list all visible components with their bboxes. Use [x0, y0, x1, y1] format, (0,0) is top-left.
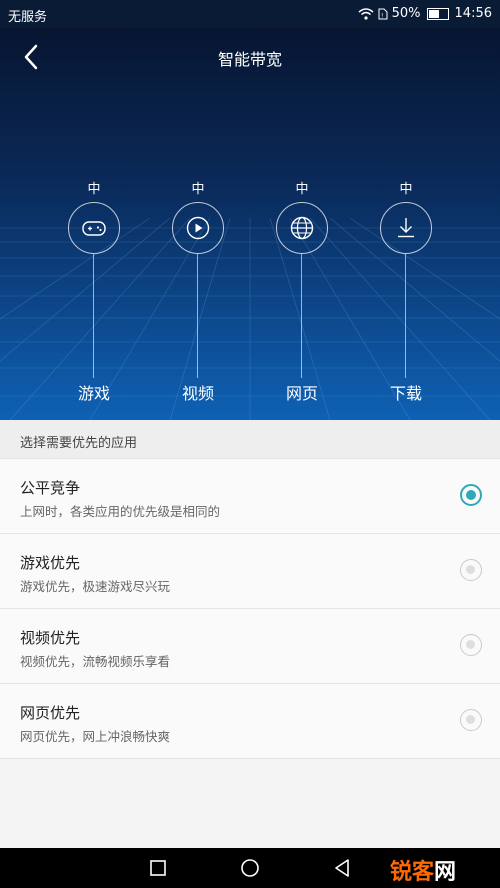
- download-line: [405, 254, 406, 378]
- battery-icon: [426, 7, 449, 20]
- option-video[interactable]: 视频优先 视频优先，流畅视频乐享看: [0, 608, 500, 683]
- title-bar: 智能带宽: [0, 28, 500, 84]
- globe-icon: [290, 216, 314, 240]
- option-title: 视频优先: [20, 629, 81, 647]
- status-bar: 无服务 ! 50% 14:56: [0, 0, 500, 28]
- section-header: 选择需要优先的应用: [0, 420, 500, 458]
- radio-video[interactable]: [460, 634, 482, 656]
- option-title: 游戏优先: [20, 554, 81, 572]
- game-level: 中: [87, 182, 101, 197]
- download-icon: [398, 218, 414, 238]
- download-level: 中: [399, 182, 413, 197]
- option-game[interactable]: 游戏优先 游戏优先，极速游戏尽兴玩: [0, 533, 500, 608]
- clock: 14:56: [454, 6, 492, 21]
- web-level: 中: [295, 182, 309, 197]
- triangle-back-icon: [335, 859, 349, 877]
- web-line: [301, 254, 302, 378]
- video-level: 中: [191, 182, 205, 197]
- option-desc: 上网时，各类应用的优先级是相同的: [20, 504, 221, 519]
- battery-percent: 50%: [391, 6, 421, 21]
- option-fair[interactable]: 公平竞争 上网时，各类应用的优先级是相同的: [0, 458, 500, 533]
- svg-text:!: !: [381, 12, 383, 19]
- video-label: 视频: [181, 384, 214, 403]
- play-icon: [186, 216, 210, 240]
- option-web[interactable]: 网页优先 网页优先，网上冲浪畅快爽: [0, 683, 500, 759]
- web-circle: [276, 202, 328, 254]
- radio-fair[interactable]: [460, 484, 482, 506]
- option-title: 网页优先: [20, 704, 81, 722]
- priority-options-list: 公平竞争 上网时，各类应用的优先级是相同的 游戏优先 游戏优先，极速游戏尽兴玩 …: [0, 458, 500, 759]
- home-button[interactable]: [240, 858, 260, 878]
- gamepad-icon: [82, 221, 106, 236]
- video-circle: [172, 202, 224, 254]
- carrier-text: 无服务: [8, 10, 48, 25]
- square-icon: [150, 860, 166, 876]
- recents-button[interactable]: [148, 858, 168, 878]
- game-circle: [68, 202, 120, 254]
- radio-web[interactable]: [460, 709, 482, 731]
- radio-game[interactable]: [460, 559, 482, 581]
- web-label: 网页: [285, 384, 318, 403]
- navigation-bar: 锐客网: [0, 848, 500, 888]
- watermark-logo: 锐客网: [390, 854, 456, 886]
- back-nav-button[interactable]: [332, 858, 352, 878]
- option-desc: 游戏优先，极速游戏尽兴玩: [20, 579, 171, 594]
- option-desc: 视频优先，流畅视频乐享看: [20, 654, 171, 669]
- sim-icon: !: [378, 8, 388, 19]
- game-label: 游戏: [77, 384, 110, 403]
- download-label: 下载: [389, 384, 422, 403]
- option-title: 公平竞争: [20, 479, 81, 497]
- option-desc: 网页优先，网上冲浪畅快爽: [20, 729, 171, 744]
- watermark-part1: 锐客: [389, 860, 434, 885]
- watermark-part2: 网: [433, 860, 456, 885]
- section-header-label: 选择需要优先的应用: [20, 436, 138, 451]
- bandwidth-hero-panel: 智能带宽 中 游戏 中 视频 中 网页 中 下载: [0, 28, 500, 420]
- wifi-icon: [358, 7, 374, 20]
- circle-icon: [241, 859, 259, 877]
- page-title: 智能带宽: [217, 50, 282, 69]
- download-circle: [380, 202, 432, 254]
- status-indicators: ! 50% 14:56: [358, 6, 492, 21]
- game-line: [93, 254, 94, 378]
- video-line: [197, 254, 198, 378]
